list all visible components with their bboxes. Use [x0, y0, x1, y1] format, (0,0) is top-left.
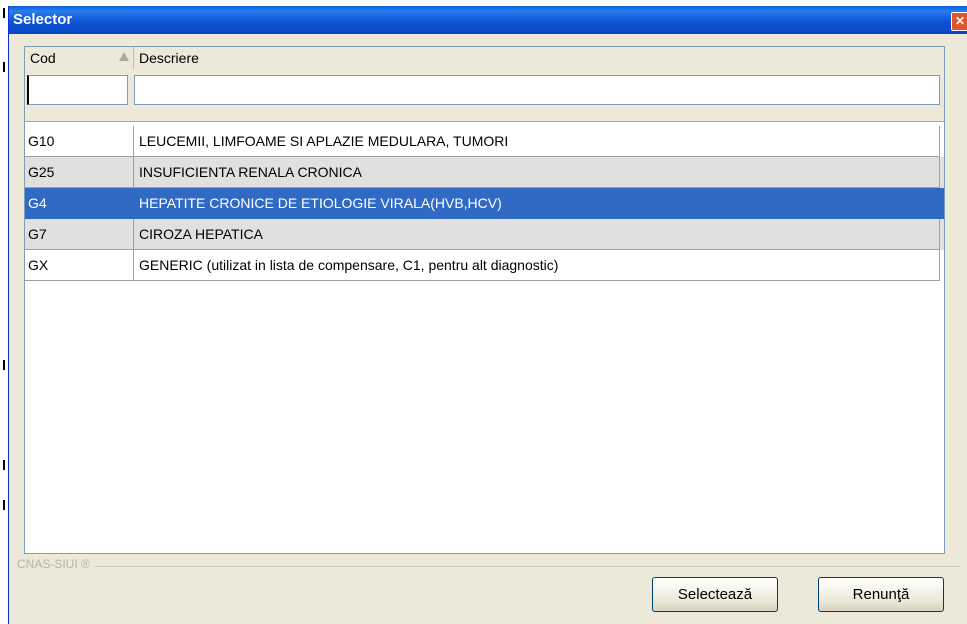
cell-descriere: INSUFICIENTA RENALA CRONICA [133, 157, 940, 188]
table-row[interactable]: GX GENERIC (utilizat in lista de compens… [25, 250, 944, 281]
table-row[interactable]: G10 LEUCEMII, LIMFOAME SI APLAZIE MEDULA… [25, 126, 944, 157]
cell-cod: GX [25, 250, 134, 281]
filter-descriere-input[interactable] [134, 75, 940, 105]
cell-cod: G4 [25, 188, 134, 219]
column-header-descriere-label: Descriere [139, 50, 199, 66]
cancel-button[interactable]: Renunţă [818, 577, 944, 612]
table-row-selected[interactable]: G4 HEPATITE CRONICE DE ETIOLOGIE VIRALA(… [25, 188, 944, 219]
selector-grid: Cod Descriere G10 LEUCEMII, LIMFOAME SI … [24, 46, 945, 554]
sort-ascending-icon [119, 52, 129, 61]
background-window-edge [0, 0, 8, 624]
column-header-descriere[interactable]: Descriere [134, 47, 944, 69]
table-row[interactable]: G7 CIROZA HEPATICA [25, 219, 944, 250]
cell-cod: G25 [25, 157, 134, 188]
close-icon: ✕ [954, 14, 966, 28]
cell-descriere: CIROZA HEPATICA [133, 219, 940, 250]
column-header-cod[interactable]: Cod [25, 47, 134, 69]
table-row[interactable]: G25 INSUFICIENTA RENALA CRONICA [25, 157, 944, 188]
cell-cod: G7 [25, 219, 134, 250]
footer-group-label: CNAS-SIUI ® [17, 557, 94, 571]
filter-cod-input[interactable] [27, 75, 128, 105]
grid-header: Cod Descriere [25, 47, 944, 122]
close-button[interactable]: ✕ [951, 12, 967, 31]
dialog-title: Selector [13, 11, 73, 28]
title-bar[interactable]: Selector ✕ [9, 6, 967, 34]
cell-descriere: GENERIC (utilizat in lista de compensare… [133, 250, 940, 281]
footer-divider [17, 566, 960, 567]
column-header-cod-label: Cod [30, 50, 56, 66]
select-button[interactable]: Selectează [652, 577, 778, 612]
selector-dialog: Selector ✕ Cod Descriere G10 LEUCEMII, L… [8, 6, 967, 624]
cell-descriere: HEPATITE CRONICE DE ETIOLOGIE VIRALA(HVB… [133, 188, 940, 219]
cell-cod: G10 [25, 126, 134, 157]
cell-descriere: LEUCEMII, LIMFOAME SI APLAZIE MEDULARA, … [133, 126, 940, 157]
